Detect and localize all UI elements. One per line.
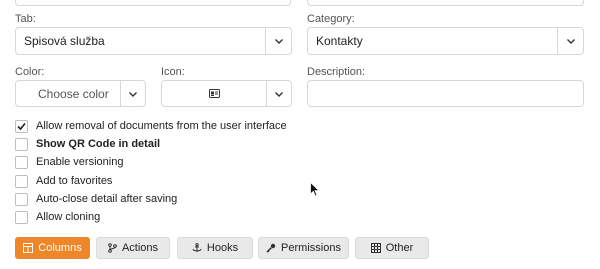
tab-other-label: Other [385, 242, 414, 254]
option-enable-versioning[interactable]: Enable versioning [15, 154, 123, 170]
icon-label: Icon: [161, 66, 185, 78]
color-label: Color: [15, 66, 45, 78]
key-icon [266, 243, 276, 253]
option-allow-cloning[interactable]: Allow cloning [15, 209, 100, 225]
mouse-cursor-icon [310, 182, 320, 197]
grid-icon [370, 243, 381, 253]
auto-close-checkbox[interactable] [15, 192, 28, 206]
tab-permissions-label: Permissions [281, 242, 341, 254]
chevron-down-icon[interactable] [128, 89, 138, 99]
color-picker-value: Choose color [38, 86, 109, 101]
tab-hooks-label: Hooks [206, 242, 239, 254]
add-to-favorites-label: Add to favorites [36, 175, 113, 187]
checkmark-icon [17, 122, 26, 130]
option-show-qr[interactable]: Show QR Code in detail [15, 136, 160, 152]
allow-cloning-checkbox[interactable] [15, 210, 28, 224]
option-allow-removal[interactable]: Allow removal of documents from the user… [15, 118, 287, 134]
show-qr-checkbox[interactable] [15, 137, 28, 151]
tab-other[interactable]: Other [355, 237, 429, 259]
enable-versioning-checkbox[interactable] [15, 155, 28, 169]
option-auto-close[interactable]: Auto-close detail after saving [15, 191, 177, 207]
category-label: Category: [307, 13, 355, 25]
anchor-icon [192, 243, 202, 252]
add-to-favorites-checkbox[interactable] [15, 174, 28, 188]
chevron-down-icon[interactable] [274, 89, 284, 99]
chevron-down-icon[interactable] [566, 36, 576, 46]
allow-removal-checkbox[interactable] [15, 119, 28, 133]
description-input[interactable] [307, 80, 584, 107]
tab-actions-label: Actions [121, 242, 159, 254]
option-add-to-favorites[interactable]: Add to favorites [15, 173, 112, 189]
branch-icon [108, 243, 117, 253]
address-card-icon [209, 89, 220, 98]
tab-columns-label: Columns [38, 242, 82, 254]
tab-select[interactable]: Spisová služba [15, 27, 292, 55]
tab-columns[interactable]: Columns [15, 237, 90, 259]
enable-versioning-label: Enable versioning [36, 156, 124, 168]
category-select-value: Kontakty [316, 34, 363, 48]
previous-field-left-bottom-edge [15, 0, 291, 6]
auto-close-label: Auto-close detail after saving [36, 193, 178, 205]
table-icon [23, 243, 34, 253]
tab-label: Tab: [15, 13, 36, 25]
show-qr-label: Show QR Code in detail [36, 138, 161, 150]
allow-cloning-label: Allow cloning [36, 211, 101, 223]
tab-actions[interactable]: Actions [96, 237, 170, 259]
color-picker[interactable]: Choose color [15, 80, 146, 107]
allow-removal-label: Allow removal of documents from the user… [36, 120, 287, 132]
previous-field-right-bottom-edge [307, 0, 584, 6]
tab-hooks[interactable]: Hooks [177, 237, 253, 259]
chevron-down-icon[interactable] [274, 36, 284, 46]
category-select[interactable]: Kontakty [307, 27, 584, 55]
tab-permissions[interactable]: Permissions [258, 237, 349, 259]
icon-select[interactable] [161, 80, 292, 107]
tab-select-value: Spisová služba [24, 34, 105, 48]
description-label: Description: [307, 66, 366, 78]
